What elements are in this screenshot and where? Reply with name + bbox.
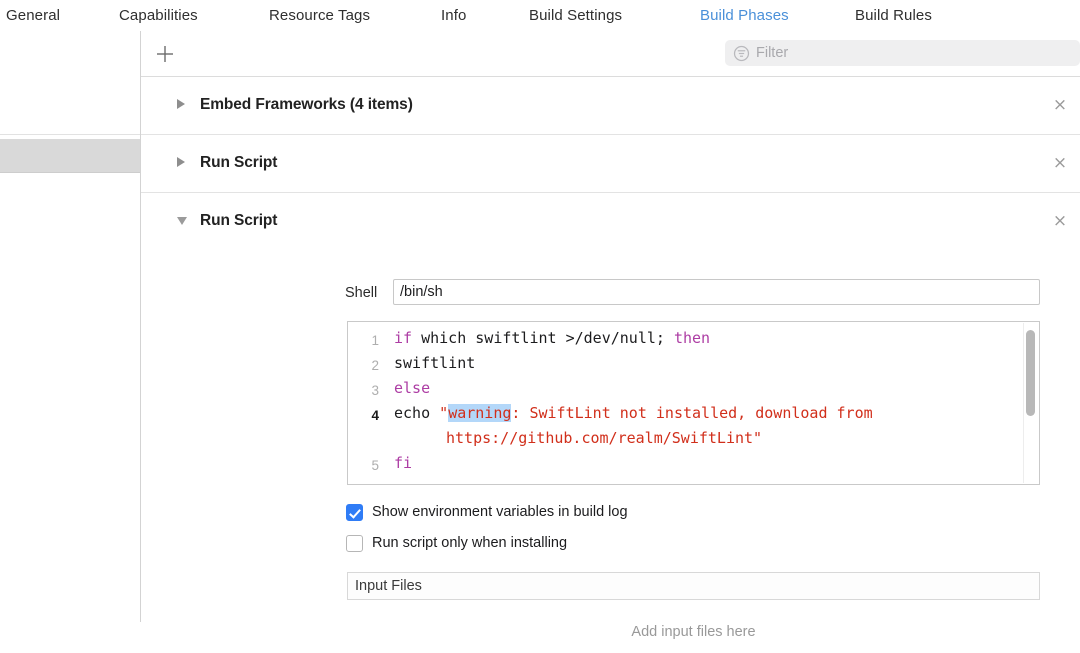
run-script-detail: Shell 1 2 3 4 5 if which swiftlint >/dev… xyxy=(141,264,1080,653)
input-files-empty-message: Add input files here xyxy=(631,624,756,640)
code-text-plain: which swiftlint >/dev/null; xyxy=(412,329,674,347)
code-string-rest: : SwiftLint not installed, download from xyxy=(511,404,873,422)
editor-scrollbar-thumb[interactable] xyxy=(1026,330,1035,416)
build-phases-pane: Filter Embed Frameworks (4 items) × Run … xyxy=(141,31,1080,653)
build-phase-embed-frameworks[interactable]: Embed Frameworks (4 items) × xyxy=(141,76,1080,135)
phase-header[interactable]: Embed Frameworks (4 items) × xyxy=(141,76,1080,134)
checkbox-show-environment-variables[interactable] xyxy=(346,503,363,521)
phase-header[interactable]: Run Script × xyxy=(141,192,1080,250)
plus-icon xyxy=(157,46,173,62)
code-line-3: else xyxy=(394,376,430,402)
tab-build-settings[interactable]: Build Settings xyxy=(529,7,622,24)
checkbox-row-run-when-installing[interactable]: Run script only when installing xyxy=(346,532,567,554)
project-navigator-sidebar[interactable] xyxy=(0,31,141,622)
phase-title: Run Script xyxy=(200,212,278,229)
chevron-right-icon[interactable] xyxy=(177,99,185,109)
filter-icon xyxy=(733,45,750,61)
tab-resource-tags[interactable]: Resource Tags xyxy=(269,7,370,24)
code-keyword-then: then xyxy=(673,329,711,347)
phase-header[interactable]: Run Script × xyxy=(141,134,1080,192)
code-line-4: echo "warning: SwiftLint not installed, … xyxy=(394,401,873,427)
code-command-echo: echo xyxy=(394,404,440,422)
script-editor[interactable]: 1 2 3 4 5 if which swiftlint >/dev/null;… xyxy=(347,321,1040,485)
script-code[interactable]: if which swiftlint >/dev/null; then swif… xyxy=(394,322,1017,484)
line-number: 4 xyxy=(371,408,379,423)
chevron-down-icon[interactable] xyxy=(177,217,187,225)
sidebar-divider xyxy=(0,134,140,135)
close-icon[interactable]: × xyxy=(1051,96,1069,114)
editor-scrollbar[interactable] xyxy=(1023,323,1038,483)
code-line-2: swiftlint xyxy=(394,354,476,372)
sidebar-selected-row-border xyxy=(0,172,140,173)
sidebar-selected-row[interactable] xyxy=(0,139,140,172)
tab-build-rules[interactable]: Build Rules xyxy=(855,7,932,24)
code-line-4-continued: https://github.com/realm/SwiftLint" xyxy=(446,426,762,452)
line-number: 3 xyxy=(371,383,379,398)
shell-input[interactable] xyxy=(393,279,1040,305)
add-phase-button[interactable] xyxy=(153,42,177,66)
chevron-right-icon[interactable] xyxy=(177,157,185,167)
code-keyword-if: if xyxy=(394,329,413,347)
close-icon[interactable]: × xyxy=(1051,212,1069,230)
code-keyword-fi: fi xyxy=(394,454,413,472)
line-number: 1 xyxy=(371,333,379,348)
checkbox-row-show-env[interactable]: Show environment variables in build log xyxy=(346,501,628,523)
shell-row: Shell xyxy=(141,279,1080,309)
checkbox-label: Show environment variables in build log xyxy=(372,504,628,520)
input-files-label: Input Files xyxy=(355,578,422,594)
code-string-url: https://github.com/realm/SwiftLint" xyxy=(446,429,763,447)
code-string-quote: " xyxy=(439,404,449,422)
tab-info[interactable]: Info xyxy=(441,7,466,24)
tab-capabilities[interactable]: Capabilities xyxy=(119,7,198,24)
phase-title: Run Script xyxy=(200,154,278,171)
shell-label: Shell xyxy=(345,285,378,301)
tab-general[interactable]: General xyxy=(6,7,60,24)
checkbox-run-script-only-when-installing[interactable] xyxy=(346,534,363,552)
phases-toolbar: Filter xyxy=(141,31,1080,77)
code-string-selected-warning: warning xyxy=(448,404,512,422)
code-line-5: fi xyxy=(394,451,412,477)
tab-build-phases[interactable]: Build Phases xyxy=(700,7,789,24)
filter-placeholder: Filter xyxy=(756,45,789,61)
line-number-gutter: 1 2 3 4 5 xyxy=(348,322,383,484)
code-line-1: if which swiftlint >/dev/null; then xyxy=(394,326,710,352)
code-keyword-else: else xyxy=(394,379,431,397)
line-number: 2 xyxy=(371,358,379,373)
phase-title: Embed Frameworks (4 items) xyxy=(200,96,413,113)
input-files-header[interactable]: Input Files xyxy=(347,572,1040,600)
build-phase-run-script-2[interactable]: Run Script × xyxy=(141,192,1080,250)
build-phase-run-script-1[interactable]: Run Script × xyxy=(141,134,1080,193)
filter-input[interactable]: Filter xyxy=(725,40,1080,66)
close-icon[interactable]: × xyxy=(1051,154,1069,172)
checkbox-label: Run script only when installing xyxy=(372,535,568,551)
tab-bar: General Capabilities Resource Tags Info … xyxy=(0,0,1080,32)
line-number: 5 xyxy=(371,458,379,473)
